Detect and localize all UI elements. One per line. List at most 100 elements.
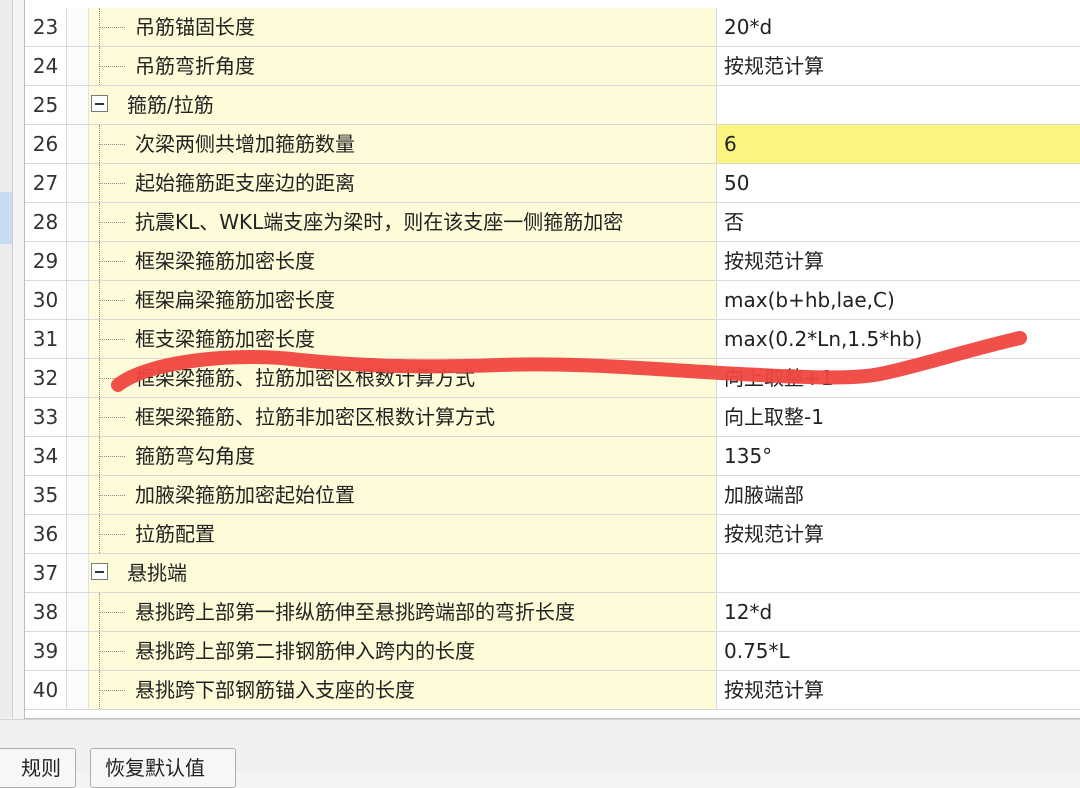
table-row[interactable]: 23 吊筋锚固长度 20*d	[25, 8, 1080, 47]
property-name-cell[interactable]: 加腋梁箍筋加密起始位置	[89, 476, 717, 514]
property-name-cell[interactable]: 框架梁箍筋加密长度	[89, 242, 717, 280]
tree-branch-line	[99, 417, 125, 418]
bottom-toolbar: 规则 恢复默认值	[0, 719, 1080, 788]
property-name: 框支梁箍筋加密长度	[135, 327, 315, 351]
row-number: 38	[25, 593, 67, 631]
property-name-cell[interactable]: 框支梁箍筋加密长度	[89, 320, 717, 358]
property-name-cell[interactable]: 抗震KL、WKL端支座为梁时，则在该支座一侧箍筋加密	[89, 203, 717, 241]
tree-branch-line	[99, 300, 125, 301]
property-name: 悬挑跨上部第一排纵筋伸至悬挑跨端部的弯折长度	[135, 600, 575, 624]
row-gutter	[67, 515, 89, 553]
row-number: 26	[25, 125, 67, 163]
property-name-cell[interactable]: 悬挑跨下部钢筋锚入支座的长度	[89, 671, 717, 709]
table-row[interactable]: 32 框架梁箍筋、拉筋加密区根数计算方式 向上取整+1	[25, 359, 1080, 398]
property-value-cell[interactable]: 否	[717, 203, 1080, 241]
row-gutter	[67, 359, 89, 397]
table-row[interactable]: 29 框架梁箍筋加密长度 按规范计算	[25, 242, 1080, 281]
collapse-minus-icon[interactable]	[91, 95, 108, 112]
tree-branch-line	[99, 456, 125, 457]
property-value-cell[interactable]: 50	[717, 164, 1080, 202]
property-value-cell[interactable]: 135°	[717, 437, 1080, 475]
table-row[interactable]: 31 框支梁箍筋加密长度 max(0.2*Ln,1.5*hb)	[25, 320, 1080, 359]
row-number: 30	[25, 281, 67, 319]
table-row[interactable]: 35 加腋梁箍筋加密起始位置 加腋端部	[25, 476, 1080, 515]
property-grid[interactable]: 23 吊筋锚固长度 20*d 24 吊筋弯折角度 按规范计算 25 箍筋/拉筋 26 次梁两侧共增…	[24, 0, 1080, 719]
property-value: 135°	[724, 444, 773, 468]
property-value-cell[interactable]: 按规范计算	[717, 515, 1080, 553]
row-gutter	[67, 86, 89, 124]
table-row[interactable]: 30 框架扁梁箍筋加密长度 max(b+hb,lae,C)	[25, 281, 1080, 320]
property-value-cell[interactable]: 0.75*L	[717, 632, 1080, 670]
property-value: 加腋端部	[724, 483, 804, 507]
table-row[interactable]: 28 抗震KL、WKL端支座为梁时，则在该支座一侧箍筋加密 否	[25, 203, 1080, 242]
property-value: 向上取整+1	[724, 366, 834, 390]
property-name-cell[interactable]: 吊筋弯折角度	[89, 47, 717, 85]
left-panel-selection	[0, 192, 12, 244]
group-title: 悬挑端	[127, 561, 187, 585]
table-row[interactable]: 27 起始箍筋距支座边的距离 50	[25, 164, 1080, 203]
table-row[interactable]: 24 吊筋弯折角度 按规范计算	[25, 47, 1080, 86]
row-gutter	[67, 242, 89, 280]
property-value-cell[interactable]: max(b+hb,lae,C)	[717, 281, 1080, 319]
property-value: 6	[724, 132, 737, 156]
group-row[interactable]: 37 悬挑端	[25, 554, 1080, 593]
property-name-cell[interactable]: 框架梁箍筋、拉筋加密区根数计算方式	[89, 359, 717, 397]
rules-button[interactable]: 规则	[0, 748, 76, 788]
row-gutter	[67, 671, 89, 709]
property-value-cell[interactable]: 按规范计算	[717, 671, 1080, 709]
property-value-cell[interactable]: 12*d	[717, 593, 1080, 631]
property-value: 20*d	[724, 15, 773, 39]
property-name-cell[interactable]: 吊筋锚固长度	[89, 8, 717, 46]
row-gutter	[67, 8, 89, 46]
property-name-cell[interactable]: 悬挑跨上部第一排纵筋伸至悬挑跨端部的弯折长度	[89, 593, 717, 631]
property-value-cell[interactable]: 20*d	[717, 8, 1080, 46]
property-name-cell[interactable]: 拉筋配置	[89, 515, 717, 553]
collapse-minus-icon[interactable]	[91, 563, 108, 580]
property-name-cell[interactable]: 框架扁梁箍筋加密长度	[89, 281, 717, 319]
property-name-cell[interactable]: 箍筋/拉筋	[89, 86, 717, 124]
property-value-cell[interactable]: max(0.2*Ln,1.5*hb)	[717, 320, 1080, 358]
table-row[interactable]: 33 框架梁箍筋、拉筋非加密区根数计算方式 向上取整-1	[25, 398, 1080, 437]
property-value-cell[interactable]: 加腋端部	[717, 476, 1080, 514]
row-number: 24	[25, 47, 67, 85]
property-value: 50	[724, 171, 750, 195]
property-value: 0.75*L	[724, 639, 790, 663]
property-value-cell[interactable]: 向上取整-1	[717, 398, 1080, 436]
table-row[interactable]: 40 悬挑跨下部钢筋锚入支座的长度 按规范计算	[25, 671, 1080, 710]
property-name: 框架梁箍筋、拉筋加密区根数计算方式	[135, 366, 475, 390]
table-row[interactable]: 39 悬挑跨上部第二排钢筋伸入跨内的长度 0.75*L	[25, 632, 1080, 671]
row-gutter	[67, 554, 89, 592]
property-name: 框架扁梁箍筋加密长度	[135, 288, 335, 312]
property-value-cell[interactable]: 按规范计算	[717, 47, 1080, 85]
property-name-cell[interactable]: 箍筋弯勾角度	[89, 437, 717, 475]
property-value-cell[interactable]: 向上取整+1	[717, 359, 1080, 397]
tree-branch-line	[99, 183, 125, 184]
property-value-cell[interactable]: 6	[717, 125, 1080, 163]
property-name: 抗震KL、WKL端支座为梁时，则在该支座一侧箍筋加密	[135, 210, 624, 234]
property-value-cell[interactable]	[717, 554, 1080, 592]
table-row[interactable]: 26 次梁两侧共增加箍筋数量 6	[25, 125, 1080, 164]
property-name-cell[interactable]: 悬挑跨上部第二排钢筋伸入跨内的长度	[89, 632, 717, 670]
property-value: 12*d	[724, 600, 773, 624]
tree-branch-line	[99, 495, 125, 496]
property-name-cell[interactable]: 悬挑端	[89, 554, 717, 592]
restore-defaults-button[interactable]: 恢复默认值	[90, 748, 236, 788]
property-name: 悬挑跨上部第二排钢筋伸入跨内的长度	[135, 639, 475, 663]
property-name-cell[interactable]: 起始箍筋距支座边的距离	[89, 164, 717, 202]
property-name-cell[interactable]: 框架梁箍筋、拉筋非加密区根数计算方式	[89, 398, 717, 436]
row-gutter	[67, 281, 89, 319]
property-value-cell[interactable]	[717, 86, 1080, 124]
table-row[interactable]: 34 箍筋弯勾角度 135°	[25, 437, 1080, 476]
table-row[interactable]: 36 拉筋配置 按规范计算	[25, 515, 1080, 554]
property-name: 加腋梁箍筋加密起始位置	[135, 483, 355, 507]
property-value: max(0.2*Ln,1.5*hb)	[724, 327, 923, 351]
property-value-cell[interactable]: 按规范计算	[717, 242, 1080, 280]
property-name-cell[interactable]: 次梁两侧共增加箍筋数量	[89, 125, 717, 163]
property-name: 悬挑跨下部钢筋锚入支座的长度	[135, 678, 415, 702]
tree-branch-line	[99, 690, 125, 691]
row-gutter	[67, 164, 89, 202]
table-row[interactable]: 38 悬挑跨上部第一排纵筋伸至悬挑跨端部的弯折长度 12*d	[25, 593, 1080, 632]
tree-branch-line	[99, 222, 125, 223]
group-row[interactable]: 25 箍筋/拉筋	[25, 86, 1080, 125]
row-number: 23	[25, 8, 67, 46]
